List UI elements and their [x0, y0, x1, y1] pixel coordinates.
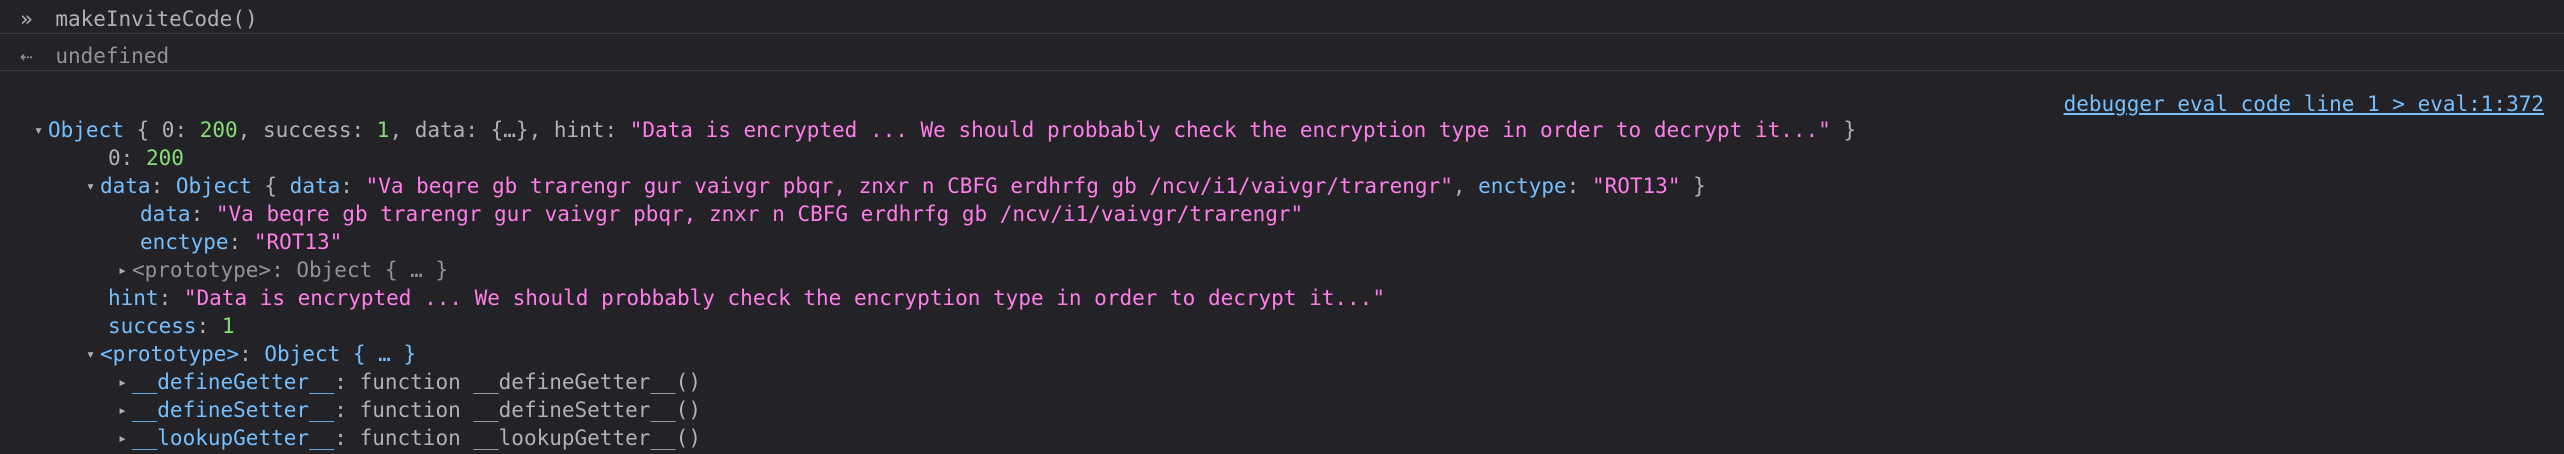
- punctuation: :: [334, 426, 360, 450]
- property-row-function[interactable]: __lookupGetter__: function __lookupGette…: [0, 396, 2564, 454]
- input-code[interactable]: makeInviteCode(): [55, 7, 257, 31]
- console-result-row: ⇠ undefined: [20, 44, 169, 68]
- source-location-link[interactable]: debugger eval code line 1 > eval:1:372: [2064, 90, 2544, 118]
- property-value: function __lookupGetter__(): [359, 426, 701, 450]
- divider: [0, 33, 2564, 34]
- divider: [0, 70, 2564, 71]
- property-key: __lookupGetter__: [132, 426, 335, 450]
- expand-toggle-icon[interactable]: [118, 424, 132, 452]
- console-input-row[interactable]: » makeInviteCode(): [20, 7, 258, 31]
- chevron-double-right-icon: »: [20, 7, 33, 31]
- result-value: undefined: [55, 44, 170, 68]
- arrow-left-icon: ⇠: [20, 44, 33, 68]
